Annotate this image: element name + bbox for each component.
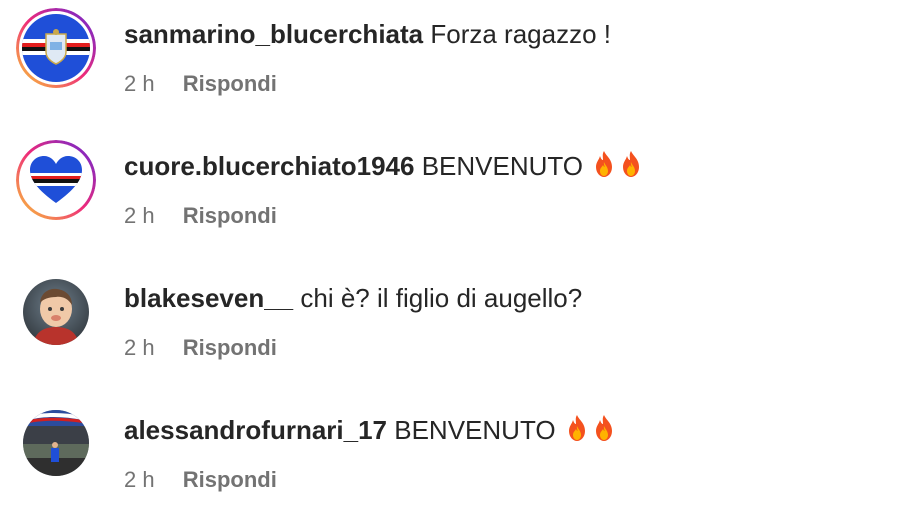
username-link[interactable]: cuore.blucerchiato1946 [124, 151, 414, 181]
reply-button[interactable]: Rispondi [183, 334, 277, 362]
comment-line: alessandrofurnari_17 BENVENUTO [124, 414, 617, 446]
avatar[interactable] [16, 140, 96, 220]
comment-item: alessandrofurnari_17 BENVENUTO 2 h Rispo… [0, 396, 924, 516]
avatar[interactable] [23, 279, 89, 345]
comment-meta: 2 h Rispondi [124, 466, 277, 494]
comment-text: BENVENUTO [394, 415, 556, 445]
comment-text: BENVENUTO [421, 151, 584, 181]
comment-text: chi è? il figlio di augello? [300, 283, 583, 313]
comment-item: sanmarino_blucerchiata Forza ragazzo ! 2… [0, 0, 924, 120]
username-link[interactable]: alessandrofurnari_17 [124, 415, 387, 445]
timestamp: 2 h [124, 203, 155, 228]
timestamp: 2 h [124, 71, 155, 96]
comment-line: cuore.blucerchiato1946 BENVENUTO [124, 150, 644, 182]
stadium-photo-avatar [23, 410, 89, 476]
fire-icon [591, 150, 617, 178]
reply-button[interactable]: Rispondi [183, 202, 277, 230]
comment-meta: 2 h Rispondi [124, 70, 277, 98]
sampdoria-crest-icon [16, 8, 96, 88]
timestamp: 2 h [124, 467, 155, 492]
timestamp: 2 h [124, 335, 155, 360]
comment-text: Forza ragazzo ! [430, 19, 611, 49]
username-link[interactable]: sanmarino_blucerchiata [124, 19, 423, 49]
comment-meta: 2 h Rispondi [124, 202, 277, 230]
fire-icon [591, 414, 617, 442]
username-link[interactable]: blakeseven__ [124, 283, 293, 313]
comment-line: sanmarino_blucerchiata Forza ragazzo ! [124, 18, 611, 50]
comment-item: cuore.blucerchiato1946 BENVENUTO 2 h Ris… [0, 132, 924, 252]
fire-icon [564, 414, 590, 442]
comment-line: blakeseven__ chi è? il figlio di augello… [124, 282, 582, 314]
blucerchiato-heart-icon [16, 140, 96, 220]
comment-meta: 2 h Rispondi [124, 334, 277, 362]
child-photo-avatar [23, 279, 89, 345]
comment-item: blakeseven__ chi è? il figlio di augello… [0, 264, 924, 384]
reply-button[interactable]: Rispondi [183, 70, 277, 98]
reply-button[interactable]: Rispondi [183, 466, 277, 494]
avatar[interactable] [16, 8, 96, 88]
avatar[interactable] [23, 410, 89, 476]
fire-icon [618, 150, 644, 178]
